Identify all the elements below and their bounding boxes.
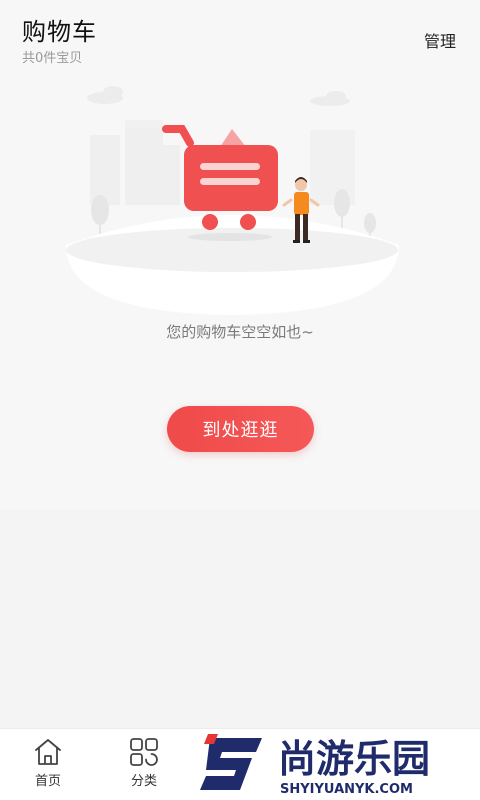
tab-home-label: 首页 [34,774,61,789]
watermark-title: 尚游乐园 [278,737,430,781]
tab-category[interactable]: 分类 [96,729,192,800]
header: 购物车 共0件宝贝 管理 [0,0,480,80]
tab-category-label: 分类 [130,774,157,789]
tab-home[interactable]: 首页 [0,729,96,800]
page-title: 购物车 [22,18,97,46]
home-icon [35,739,61,765]
cloud-icon [87,86,350,106]
grid-icon [130,738,158,766]
s-logo-icon [200,734,262,790]
browse-button[interactable]: 到处逛逛 [167,406,314,452]
empty-cart-illustration [66,86,399,315]
empty-cart-message: 您的购物车空空如也~ [166,323,314,341]
manage-button[interactable]: 管理 [424,28,456,52]
watermark-url: SHYIYUANYK.COM [280,782,413,797]
item-count-subtitle: 共0件宝贝 [22,51,83,66]
watermark-logo: 尚游乐园 SHYIYUANYK.COM [200,734,430,797]
shopping-cart-icon [162,125,278,230]
